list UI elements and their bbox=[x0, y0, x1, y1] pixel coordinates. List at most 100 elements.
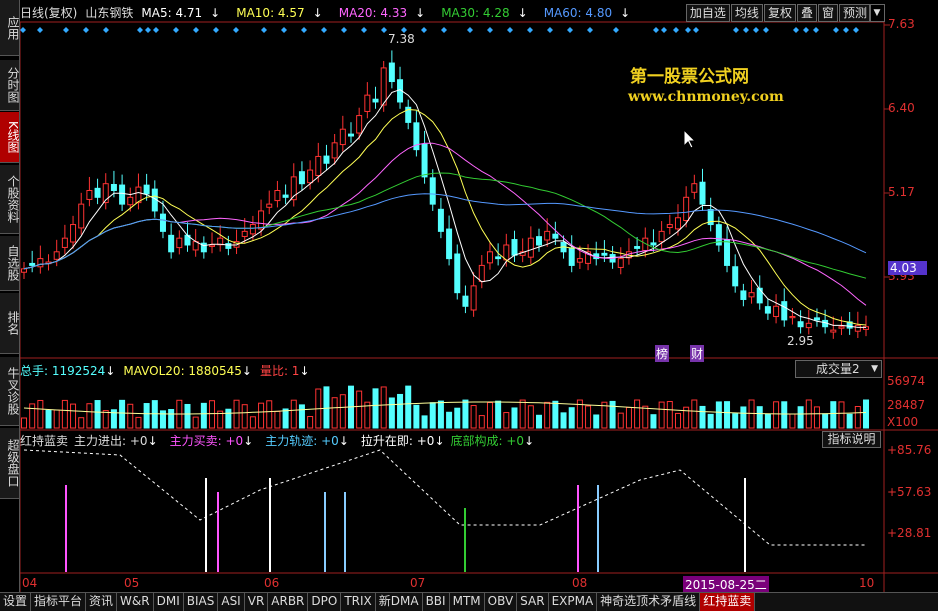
indicator-axis-label-0: +85.76 bbox=[887, 443, 932, 457]
volume-bar-27 bbox=[241, 404, 248, 429]
toolbar-button-3[interactable]: 叠 bbox=[796, 4, 817, 22]
volume-bar-29 bbox=[258, 402, 265, 429]
signal-diamond-3 bbox=[83, 27, 89, 33]
ma20-arrow: ↓ bbox=[415, 6, 426, 20]
volume-mavol-arrow: ↓ bbox=[241, 364, 252, 378]
candle-body-37 bbox=[323, 155, 330, 164]
volume-bar-45 bbox=[388, 397, 395, 429]
chart-canvas[interactable] bbox=[0, 0, 938, 592]
cursor-date-label: 2015-08-25二 bbox=[683, 576, 769, 593]
signal-diamond-31 bbox=[661, 27, 667, 33]
volume-bar-90 bbox=[756, 406, 763, 429]
candle-body-27 bbox=[241, 230, 248, 237]
signal-diamond-13 bbox=[281, 27, 287, 33]
bottom-tab-6[interactable]: ASI bbox=[218, 593, 245, 611]
left-tab-2[interactable]: K线图 bbox=[0, 112, 20, 163]
volume-bar-84 bbox=[707, 413, 714, 429]
volume-bar-75 bbox=[634, 399, 641, 429]
indicator-help-button[interactable]: 指标说明 bbox=[822, 431, 881, 448]
candle-body-0 bbox=[21, 268, 27, 273]
volume-bar-80 bbox=[674, 412, 681, 429]
volume-bar-98 bbox=[822, 413, 829, 429]
volume-bar-26 bbox=[233, 399, 240, 429]
candle-body-102 bbox=[854, 324, 861, 332]
bottom-tab-13[interactable]: MTM bbox=[450, 593, 485, 611]
candle-body-86 bbox=[724, 239, 731, 266]
indicator-axis-label-2: +28.81 bbox=[887, 526, 932, 540]
left-tab-4[interactable]: 自选股 bbox=[0, 236, 20, 291]
bottom-tab-7[interactable]: VR bbox=[245, 593, 269, 611]
bottom-tab-4[interactable]: DMI bbox=[154, 593, 184, 611]
bottom-tab-10[interactable]: TRIX bbox=[341, 593, 376, 611]
bottom-tab-11[interactable]: 新DMA bbox=[376, 593, 423, 611]
volume-bar-46 bbox=[397, 393, 404, 429]
tag-bang[interactable]: 榜 bbox=[655, 345, 670, 362]
candle-body-34 bbox=[298, 171, 305, 185]
bottom-tab-17[interactable]: 神奇选顶术矛盾线 bbox=[597, 593, 701, 611]
signal-diamond-17 bbox=[361, 27, 367, 33]
signal-diamond-42 bbox=[833, 27, 839, 33]
bottom-tab-bar: 设置 指标平台 资讯 W&R DMI BIAS ASI VR ARBR DPO TRIX 新DMA BB… bbox=[0, 592, 938, 611]
toolbar-button-1[interactable]: 均线 bbox=[730, 4, 763, 22]
bottom-tab-18[interactable]: 红持蓝卖 bbox=[700, 593, 756, 611]
toolbar-button-5[interactable]: 预测 bbox=[838, 4, 871, 22]
toolbar-dropdown-button[interactable]: ▼ bbox=[869, 4, 885, 22]
bottom-tab-5[interactable]: BIAS bbox=[184, 593, 219, 611]
bottom-tab-14[interactable]: OBV bbox=[485, 593, 518, 611]
candle-body-38 bbox=[331, 142, 338, 159]
current-price-label: 4.03 bbox=[888, 261, 927, 275]
volume-bar-72 bbox=[609, 400, 616, 429]
date-label-05: 05 bbox=[124, 576, 140, 590]
toolbar-button-2[interactable]: 复权 bbox=[763, 4, 796, 22]
bottom-tab-16[interactable]: EXPMA bbox=[549, 593, 598, 611]
volume-bar-79 bbox=[666, 401, 673, 429]
volume-bar-103 bbox=[863, 399, 869, 429]
toolbar-button-0[interactable]: 加自选 bbox=[685, 4, 730, 22]
volume-ma-line bbox=[23, 401, 867, 415]
volume-bar-55 bbox=[470, 405, 477, 429]
candle-body-96 bbox=[805, 322, 812, 329]
left-tab-3[interactable]: 个股资料 bbox=[0, 165, 20, 234]
left-tab-1[interactable]: 分时图 bbox=[0, 60, 20, 111]
ma30-arrow: ↓ bbox=[517, 6, 528, 20]
bottom-tab-0[interactable]: 设置 bbox=[0, 593, 32, 611]
candle-body-91 bbox=[764, 306, 771, 314]
volume-bar-85 bbox=[715, 401, 722, 429]
candle-body-28 bbox=[249, 224, 256, 235]
left-tab-7[interactable]: 超级盘口 bbox=[0, 428, 20, 499]
volume-indicator-select[interactable]: 成交量2 ▼ bbox=[795, 360, 882, 378]
left-tab-6[interactable]: 牛叉诊股 bbox=[0, 357, 20, 426]
left-tab-0[interactable]: 应用 bbox=[0, 0, 20, 56]
ma5-text: MA5: 4.71 bbox=[141, 6, 203, 20]
toolbar-button-4[interactable]: 窗 bbox=[817, 4, 838, 22]
candle-body-65 bbox=[552, 233, 559, 239]
bottom-tab-8[interactable]: ARBR bbox=[268, 593, 309, 611]
candle-body-100 bbox=[838, 326, 845, 329]
bottom-tab-2[interactable]: 资讯 bbox=[86, 593, 118, 611]
volume-bar-35 bbox=[307, 415, 314, 429]
candle-body-29 bbox=[258, 210, 265, 230]
candle-body-41 bbox=[356, 115, 363, 134]
tag-cai[interactable]: 财 bbox=[690, 345, 705, 362]
bottom-tab-12[interactable]: BBI bbox=[423, 593, 450, 611]
candle-body-9 bbox=[94, 187, 101, 198]
signal-diamond-23 bbox=[487, 27, 493, 33]
candle-body-77 bbox=[650, 242, 657, 246]
signal-diamond-4 bbox=[103, 27, 109, 33]
candle-body-64 bbox=[544, 230, 551, 241]
candle-body-8 bbox=[86, 190, 93, 200]
bottom-tab-9[interactable]: DPO bbox=[308, 593, 342, 611]
volume-bar-44 bbox=[380, 386, 387, 429]
price-axis-label-0: 7.63 bbox=[888, 17, 915, 31]
signal-diamond-34 bbox=[693, 27, 699, 33]
candle-body-40 bbox=[347, 133, 354, 137]
volume-bar-62 bbox=[527, 405, 534, 429]
bottom-tab-15[interactable]: SAR bbox=[517, 593, 549, 611]
volume-bar-59 bbox=[503, 412, 510, 429]
ma10-arrow: ↓ bbox=[312, 6, 323, 20]
left-tab-5[interactable]: 排名 bbox=[0, 293, 20, 354]
bottom-tab-1[interactable]: 指标平台 bbox=[31, 593, 87, 611]
volume-bar-64 bbox=[544, 401, 551, 429]
bottom-tab-3[interactable]: W&R bbox=[117, 593, 154, 611]
ma10-line bbox=[23, 108, 867, 326]
